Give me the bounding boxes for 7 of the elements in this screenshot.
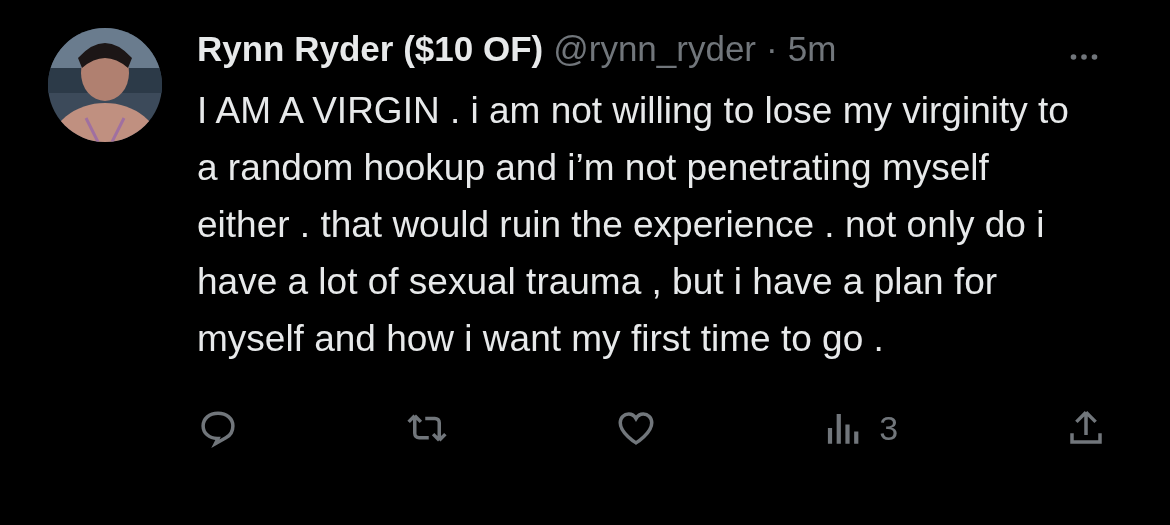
- separator: ·: [766, 29, 778, 69]
- author-handle[interactable]: @rynn_ryder: [553, 29, 757, 69]
- view-count: 3: [879, 408, 899, 448]
- post-text: I AM A VIRGIN . i am not willing to lose my virginity to a random hookup and i’m not penetrating myself either . that would ruin the experience . not only do i have a lot of sexual trauma , but i have a plan for myself and how i want my first time to go .: [197, 89, 1070, 361]
- author-name[interactable]: Rynn Ryder ($10 OF): [197, 29, 544, 69]
- more-icon[interactable]: [1070, 53, 1098, 61]
- post-time[interactable]: 5m: [787, 29, 837, 69]
